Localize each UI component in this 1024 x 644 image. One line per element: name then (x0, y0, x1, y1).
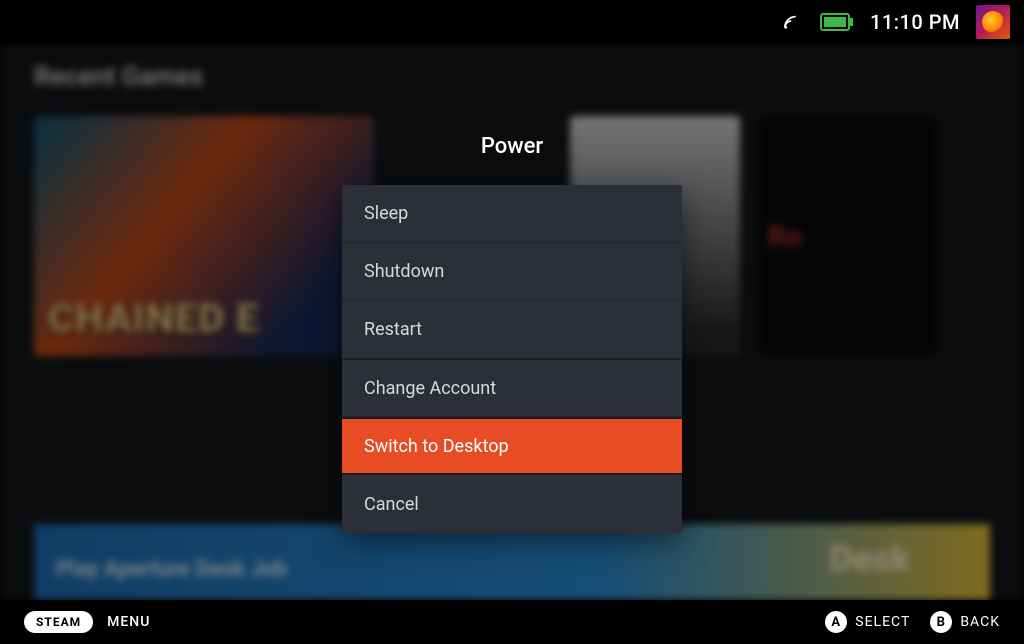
power-item-switch-to-desktop[interactable]: Switch to Desktop (342, 417, 682, 475)
avatar[interactable] (976, 5, 1010, 39)
cast-icon (782, 13, 804, 31)
power-item-restart[interactable]: Restart (342, 301, 682, 359)
hint-select-label: SELECT (855, 614, 910, 630)
a-button-icon: A (825, 611, 847, 633)
modal-title: Power (481, 134, 543, 159)
power-item-sleep[interactable]: Sleep (342, 185, 682, 243)
power-item-change-account[interactable]: Change Account (342, 359, 682, 417)
clock: 11:10 PM (870, 10, 960, 34)
status-bar: 11:10 PM (0, 0, 1024, 44)
hint-select: A SELECT (825, 611, 910, 633)
power-menu-list: Sleep Shutdown Restart Change Account Sw… (342, 185, 682, 533)
hint-back-label: BACK (960, 614, 1000, 630)
battery-icon (820, 13, 854, 31)
menu-label: MENU (107, 614, 150, 630)
b-button-icon: B (930, 611, 952, 633)
hint-back: B BACK (930, 611, 1000, 633)
steam-button[interactable]: STEAM (24, 611, 93, 633)
footer-bar: STEAM MENU A SELECT B BACK (0, 600, 1024, 644)
power-modal: Power Sleep Shutdown Restart Change Acco… (0, 44, 1024, 600)
power-item-cancel[interactable]: Cancel (342, 475, 682, 533)
power-item-shutdown[interactable]: Shutdown (342, 243, 682, 301)
